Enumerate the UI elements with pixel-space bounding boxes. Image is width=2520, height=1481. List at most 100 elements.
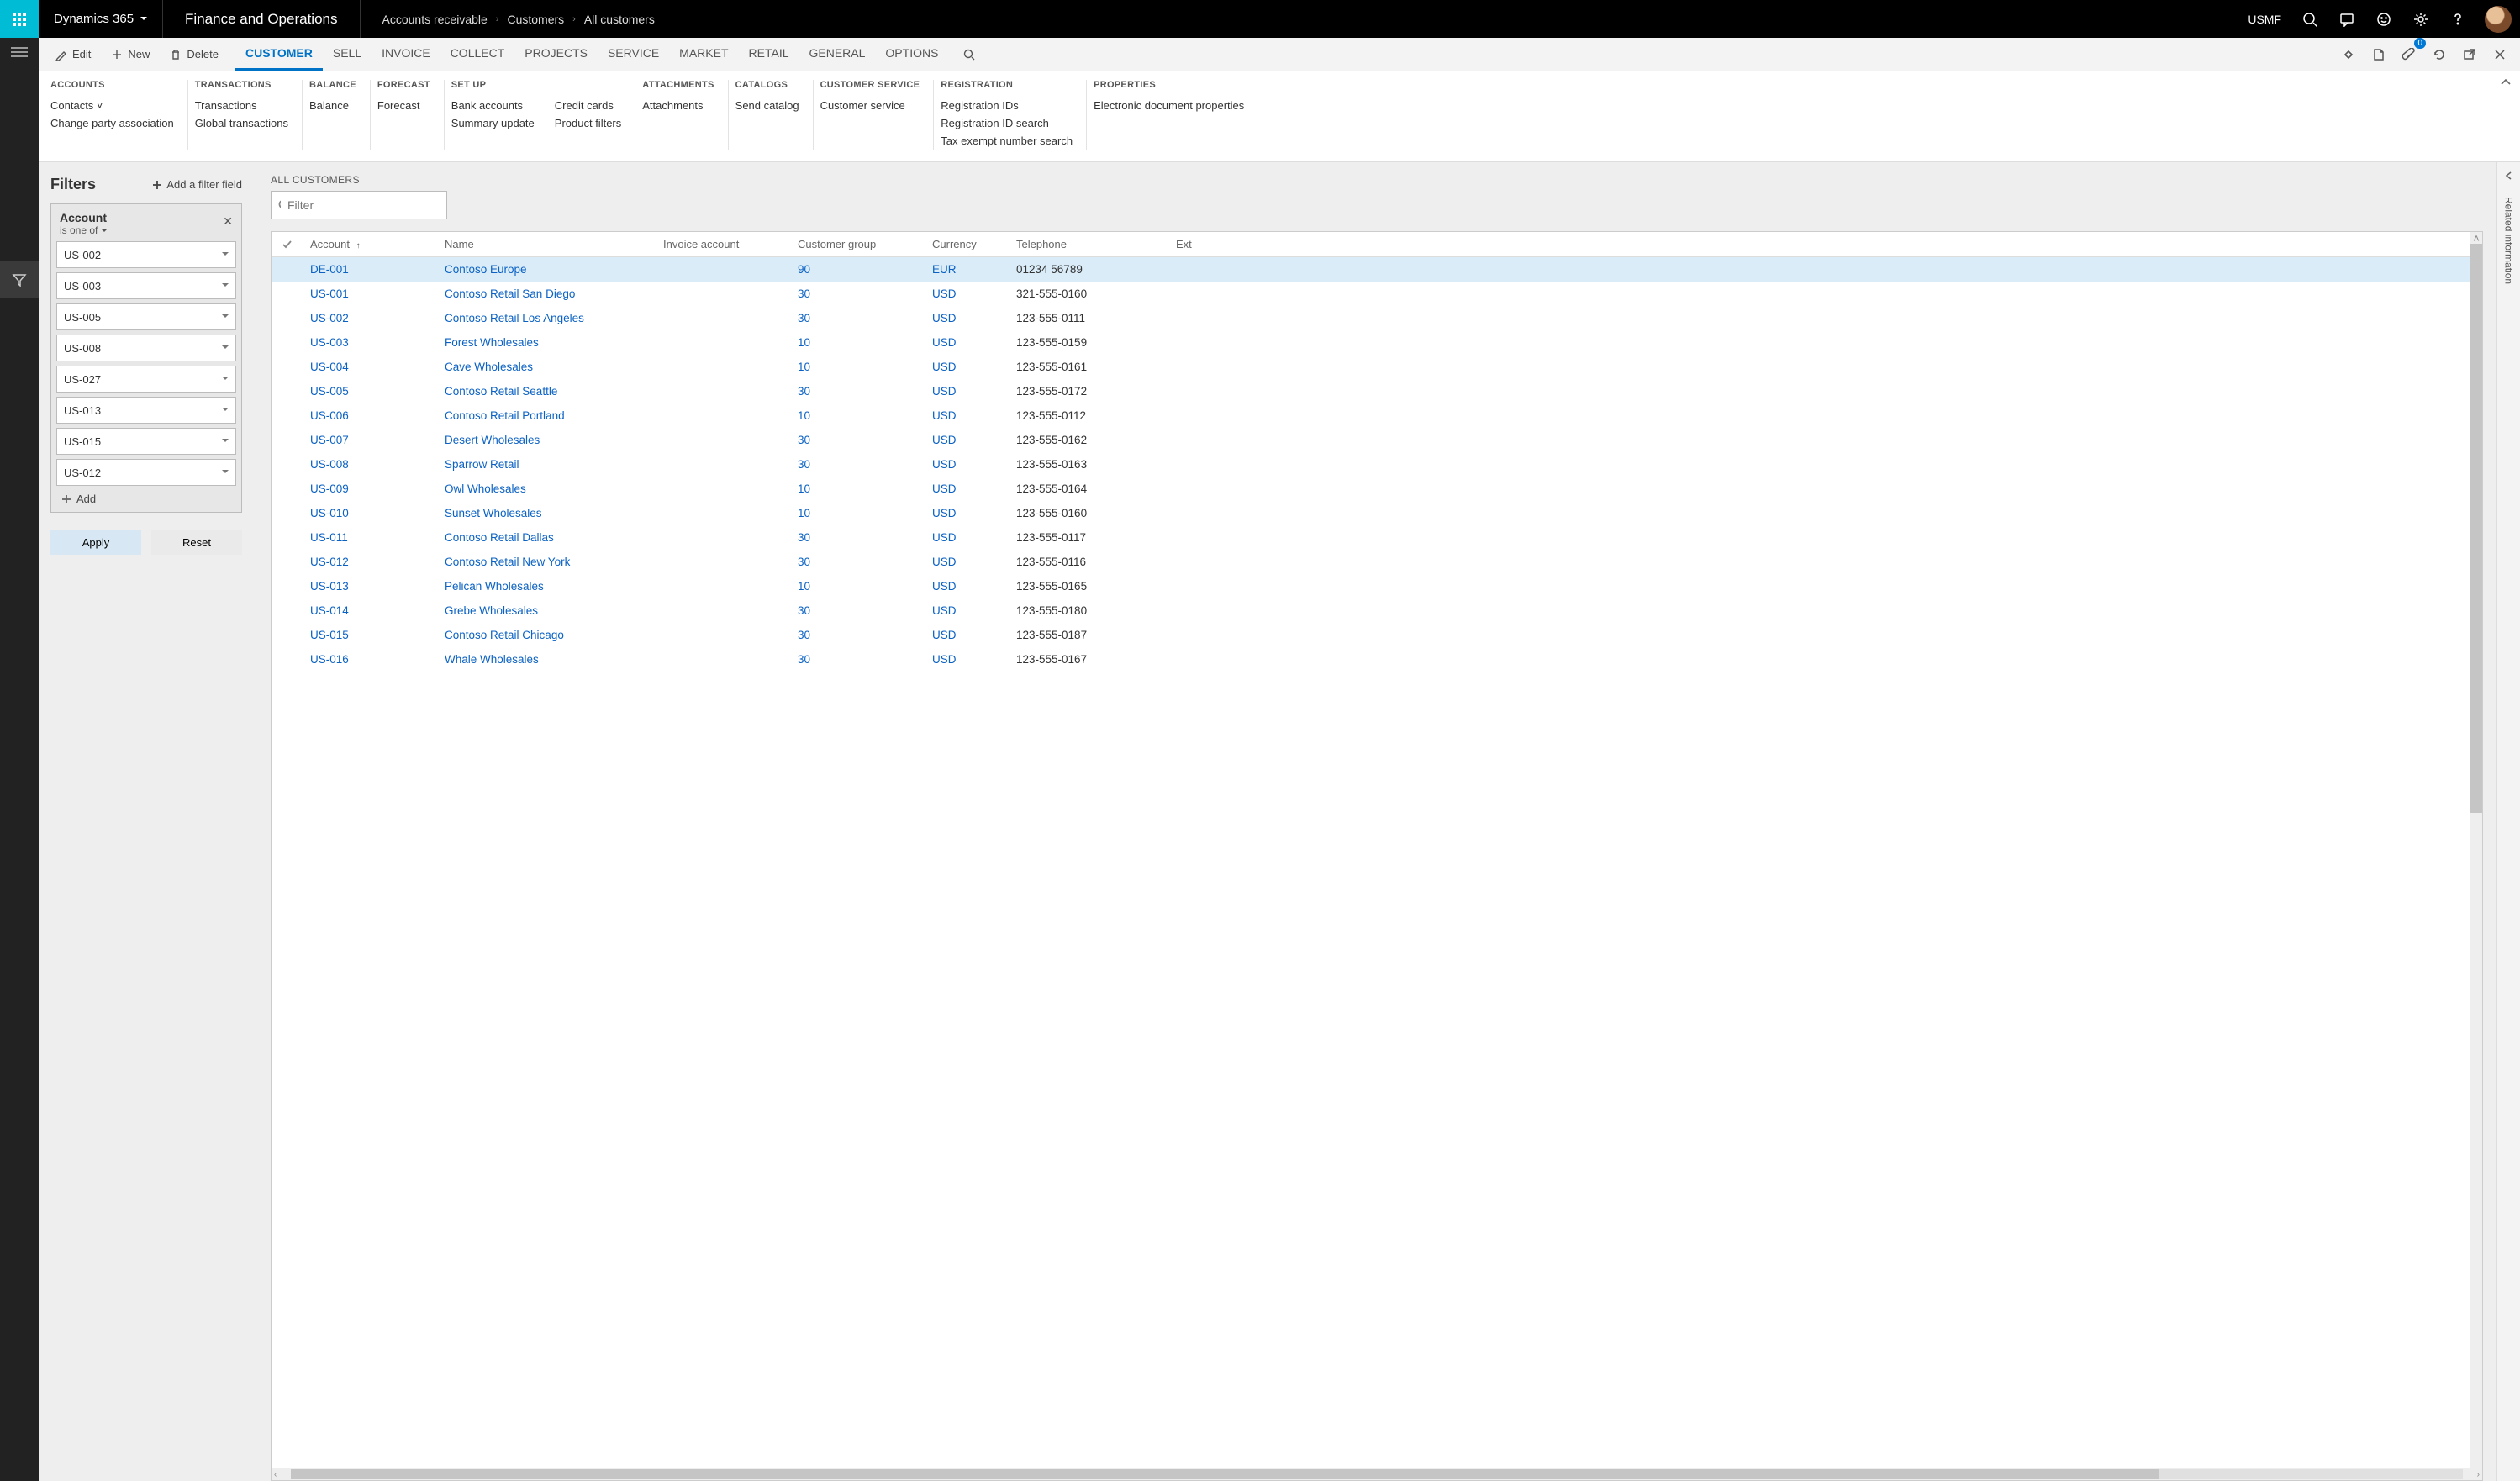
ribbon-link[interactable]: Balance (309, 97, 349, 114)
customer-account-link[interactable]: US-004 (310, 361, 349, 373)
action-tab-invoice[interactable]: INVOICE (372, 38, 440, 71)
customer-name-link[interactable]: Owl Wholesales (445, 482, 526, 495)
table-row[interactable]: US-011Contoso Retail Dallas30USD123-555-… (272, 525, 2482, 550)
customer-account-link[interactable]: US-014 (310, 604, 349, 617)
action-tab-market[interactable]: MARKET (669, 38, 738, 71)
refresh-button[interactable] (2424, 40, 2454, 70)
breadcrumb-item[interactable]: Accounts receivable (382, 13, 488, 26)
customer-name-link[interactable]: Contoso Retail San Diego (445, 287, 575, 300)
ribbon-link[interactable]: Contacts ˅ (50, 97, 174, 114)
customer-name-link[interactable]: Whale Wholesales (445, 653, 539, 666)
customer-group-link[interactable]: 10 (798, 336, 810, 349)
customer-name-link[interactable]: Desert Wholesales (445, 434, 540, 446)
column-header-invoice-account[interactable]: Invoice account (655, 238, 789, 250)
customer-group-link[interactable]: 10 (798, 507, 810, 519)
breadcrumb-item[interactable]: All customers (584, 13, 655, 26)
action-tab-collect[interactable]: COLLECT (440, 38, 515, 71)
filter-value-input[interactable]: US-015 (56, 428, 236, 455)
action-tab-projects[interactable]: PROJECTS (514, 38, 598, 71)
column-header-ext[interactable]: Ext (1168, 238, 1218, 250)
action-tab-sell[interactable]: SELL (323, 38, 372, 71)
ribbon-link[interactable]: Forecast (377, 97, 420, 114)
breadcrumb-item[interactable]: Customers (507, 13, 564, 26)
customer-group-link[interactable]: 30 (798, 653, 810, 666)
customer-group-link[interactable]: 10 (798, 482, 810, 495)
table-row[interactable]: US-003Forest Wholesales10USD123-555-0159 (272, 330, 2482, 355)
new-button[interactable]: New (103, 43, 158, 66)
ribbon-link[interactable]: Bank accounts (451, 97, 535, 114)
action-tab-service[interactable]: SERVICE (598, 38, 669, 71)
customer-name-link[interactable]: Grebe Wholesales (445, 604, 538, 617)
filter-value-input[interactable]: US-013 (56, 397, 236, 424)
customer-name-link[interactable]: Contoso Europe (445, 263, 527, 276)
table-row[interactable]: US-012Contoso Retail New York30USD123-55… (272, 550, 2482, 574)
ribbon-link[interactable]: Tax exempt number search (941, 132, 1073, 150)
select-all-checkbox[interactable] (272, 239, 302, 250)
ribbon-link[interactable]: Global transactions (195, 114, 288, 132)
actionpane-search-button[interactable] (955, 44, 983, 66)
customer-name-link[interactable]: Contoso Retail Dallas (445, 531, 554, 544)
table-row[interactable]: US-014Grebe Wholesales30USD123-555-0180 (272, 598, 2482, 623)
ribbon-link[interactable]: Product filters (555, 114, 621, 132)
currency-link[interactable]: USD (932, 434, 957, 446)
feedback-button[interactable] (2365, 0, 2402, 38)
grid-body[interactable]: DE-001Contoso Europe90EUR01234 56789US-0… (272, 257, 2482, 1468)
currency-link[interactable]: USD (932, 361, 957, 373)
currency-link[interactable]: USD (932, 580, 957, 593)
remove-filter-button[interactable]: ✕ (223, 211, 233, 229)
add-filter-value-button[interactable]: Add (56, 486, 236, 507)
currency-link[interactable]: USD (932, 458, 957, 471)
customer-group-link[interactable]: 30 (798, 556, 810, 568)
quick-filter-input[interactable] (287, 198, 440, 212)
user-avatar[interactable] (2485, 6, 2512, 33)
table-row[interactable]: US-008Sparrow Retail30USD123-555-0163 (272, 452, 2482, 477)
column-header-customer-group[interactable]: Customer group (789, 238, 924, 250)
customer-account-link[interactable]: DE-001 (310, 263, 349, 276)
customer-account-link[interactable]: US-001 (310, 287, 349, 300)
apply-filters-button[interactable]: Apply (50, 530, 141, 555)
customer-group-link[interactable]: 30 (798, 629, 810, 641)
filter-operator-dropdown[interactable]: is one of (60, 224, 108, 236)
ribbon-link[interactable]: Send catalog (735, 97, 799, 114)
table-row[interactable]: US-004Cave Wholesales10USD123-555-0161 (272, 355, 2482, 379)
filter-pane-toggle[interactable] (0, 261, 39, 298)
ribbon-link[interactable]: Credit cards (555, 97, 621, 114)
help-button[interactable] (2439, 0, 2476, 38)
legal-entity-selector[interactable]: USMF (2238, 13, 2291, 26)
delete-button[interactable]: Delete (161, 43, 227, 66)
customer-account-link[interactable]: US-003 (310, 336, 349, 349)
customer-name-link[interactable]: Contoso Retail Portland (445, 409, 565, 422)
customer-name-link[interactable]: Contoso Retail Los Angeles (445, 312, 584, 324)
customer-group-link[interactable]: 10 (798, 409, 810, 422)
close-button[interactable] (2485, 40, 2515, 70)
currency-link[interactable]: USD (932, 629, 957, 641)
customer-group-link[interactable]: 10 (798, 361, 810, 373)
customer-group-link[interactable]: 30 (798, 312, 810, 324)
table-row[interactable]: US-015Contoso Retail Chicago30USD123-555… (272, 623, 2482, 647)
customer-group-link[interactable]: 30 (798, 385, 810, 398)
quick-filter[interactable] (271, 191, 447, 219)
customer-account-link[interactable]: US-010 (310, 507, 349, 519)
customer-name-link[interactable]: Cave Wholesales (445, 361, 533, 373)
horizontal-scrollbar[interactable]: ‹ › (272, 1468, 2482, 1480)
ribbon-link[interactable]: Customer service (820, 97, 905, 114)
settings-button[interactable] (2402, 0, 2439, 38)
table-row[interactable]: US-010Sunset Wholesales10USD123-555-0160 (272, 501, 2482, 525)
attachments-button[interactable]: 0 (2394, 40, 2424, 70)
action-tab-general[interactable]: GENERAL (799, 38, 876, 71)
currency-link[interactable]: USD (932, 409, 957, 422)
ribbon-link[interactable]: Electronic document properties (1094, 97, 1244, 114)
filter-value-input[interactable]: US-027 (56, 366, 236, 393)
column-header-name[interactable]: Name (436, 238, 655, 250)
customer-group-link[interactable]: 30 (798, 287, 810, 300)
customer-name-link[interactable]: Contoso Retail New York (445, 556, 570, 568)
customer-account-link[interactable]: US-013 (310, 580, 349, 593)
edit-button[interactable]: Edit (47, 43, 99, 66)
filter-value-input[interactable]: US-002 (56, 241, 236, 268)
column-header-account[interactable]: Account ↑ (302, 238, 436, 250)
customer-account-link[interactable]: US-007 (310, 434, 349, 446)
popout-button[interactable] (2454, 40, 2485, 70)
vertical-scrollbar[interactable]: ˄ (2470, 232, 2482, 1468)
currency-link[interactable]: USD (932, 482, 957, 495)
currency-link[interactable]: USD (932, 507, 957, 519)
